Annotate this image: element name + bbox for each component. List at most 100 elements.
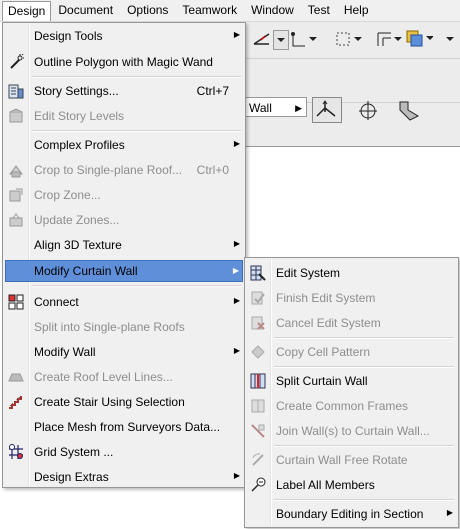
menubar: Design Document Options Teamwork Window …: [0, 0, 460, 22]
layers-icon[interactable]: [405, 28, 433, 48]
snap-icon[interactable]: [291, 30, 317, 48]
submenu-arrow-icon: ▶: [233, 239, 240, 248]
menu-item-label: Crop to Single-plane Roof...: [34, 163, 183, 177]
submenu-arrow-icon: ▶: [233, 346, 240, 355]
grid-snap-icon[interactable]: [335, 30, 363, 48]
submenu-item-label-members[interactable]: Label All Members: [247, 474, 456, 496]
submenu-arrow-icon: ▶: [233, 471, 240, 480]
submenu-item-cancel-edit[interactable]: Cancel Edit System: [247, 312, 456, 334]
roof-level-icon: [8, 369, 24, 385]
menu-item-label: Create Stair Using Selection: [34, 395, 185, 409]
menu-item-label: Place Mesh from Surveyors Data...: [34, 420, 221, 434]
menu-item-connect[interactable]: Connect ▶: [5, 291, 243, 313]
submenu-arrow-icon: ▶: [233, 296, 240, 305]
menu-item-label: Copy Cell Pattern: [276, 345, 371, 359]
menu-item-label: Create Roof Level Lines...: [34, 370, 173, 384]
menu-item-crop-zone[interactable]: Crop Zone...: [5, 184, 243, 206]
menu-item-label: Crop Zone...: [34, 188, 101, 202]
menu-item-label: Grid System ...: [34, 445, 114, 459]
menu-item-design-extras[interactable]: Design Extras ▶: [5, 466, 243, 488]
menu-item-complex-profiles[interactable]: Complex Profiles ▶: [5, 134, 243, 156]
toolbar: [245, 22, 460, 146]
submenu-item-copy-cell[interactable]: Copy Cell Pattern: [247, 341, 456, 363]
menu-item-crop-roof[interactable]: Crop to Single-plane Roof... Ctrl+0: [5, 159, 243, 181]
stair-icon: [8, 394, 24, 410]
menu-item-design-tools[interactable]: Design Tools ▶: [5, 25, 243, 47]
submenu-item-boundary-editing[interactable]: Boundary Editing in Section ▶: [247, 503, 456, 525]
menu-item-create-stair[interactable]: Create Stair Using Selection: [5, 391, 243, 413]
menu-item-label: Finish Edit System: [276, 291, 376, 305]
wall-shape-icon[interactable]: [396, 98, 422, 122]
split-wall-icon: [250, 373, 266, 389]
copy-cell-icon: [250, 344, 266, 360]
wall-selector-label: Wall: [249, 101, 272, 115]
submenu-item-finish-edit[interactable]: Finish Edit System: [247, 287, 456, 309]
submenu-item-common-frames[interactable]: Create Common Frames: [247, 395, 456, 417]
menu-teamwork[interactable]: Teamwork: [175, 1, 244, 20]
menu-separator: [32, 130, 241, 132]
menu-separator: [274, 445, 454, 447]
menu-item-outline-polygon[interactable]: Outline Polygon with Magic Wand: [5, 51, 243, 73]
submenu-item-edit-system[interactable]: Edit System: [247, 262, 456, 284]
menu-separator: [32, 285, 241, 287]
wall-selector[interactable]: Wall ▶: [245, 97, 307, 117]
menu-window[interactable]: Window: [244, 1, 301, 20]
menu-item-label: Label All Members: [276, 478, 375, 492]
corner-icon[interactable]: [375, 30, 403, 48]
menu-item-label: Split Curtain Wall: [276, 374, 368, 388]
more-arrow-icon[interactable]: [445, 32, 457, 46]
story-levels-icon: [8, 108, 24, 124]
menu-options[interactable]: Options: [120, 1, 175, 20]
finish-edit-icon: [250, 290, 266, 306]
canvas-edge: [245, 146, 460, 147]
label-members-icon: [250, 477, 266, 493]
triangle-right-icon: ▶: [295, 103, 302, 113]
menu-separator: [274, 366, 454, 368]
curtain-wall-submenu: Edit System Finish Edit System Cancel Ed…: [244, 257, 459, 528]
free-rotate-icon: [250, 452, 266, 468]
menu-item-label: Outline Polygon with Magic Wand: [34, 55, 213, 69]
menu-design[interactable]: Design: [2, 0, 52, 21]
submenu-item-free-rotate[interactable]: Curtain Wall Free Rotate: [247, 449, 456, 471]
menu-item-label: Edit Story Levels: [34, 109, 125, 123]
menu-item-label: Create Common Frames: [276, 399, 409, 413]
menu-item-label: Complex Profiles: [34, 138, 125, 152]
menu-item-shortcut: Ctrl+7: [196, 84, 229, 98]
menu-item-roof-level-lines[interactable]: Create Roof Level Lines...: [5, 366, 243, 388]
menu-item-edit-story-levels[interactable]: Edit Story Levels: [5, 105, 243, 127]
dropdown-arrow-icon[interactable]: [273, 30, 289, 50]
rotate-element-icon[interactable]: [356, 98, 382, 122]
submenu-arrow-icon: ▶: [233, 139, 240, 148]
menu-item-label: Design Tools: [34, 29, 103, 43]
menu-item-label: Modify Curtain Wall: [34, 264, 138, 278]
submenu-item-split-curtain-wall[interactable]: Split Curtain Wall: [247, 370, 456, 392]
edit-system-icon: [250, 265, 266, 281]
menu-item-label: Join Wall(s) to Curtain Wall...: [276, 424, 430, 438]
menu-item-story-settings[interactable]: Story Settings... Ctrl+7: [5, 80, 243, 102]
submenu-item-join-walls[interactable]: Join Wall(s) to Curtain Wall...: [247, 420, 456, 442]
menu-help[interactable]: Help: [337, 1, 376, 20]
connect-icon: [8, 294, 24, 310]
cancel-edit-icon: [250, 315, 266, 331]
menu-document[interactable]: Document: [51, 1, 120, 20]
menu-item-label: Connect: [34, 295, 79, 309]
join-wall-icon: [250, 423, 266, 439]
menu-item-shortcut: Ctrl+0: [196, 163, 229, 177]
common-frames-icon: [250, 398, 266, 414]
update-zones-icon: [8, 212, 24, 228]
menu-item-modify-wall[interactable]: Modify Wall ▶: [5, 341, 243, 363]
menu-item-split-roofs[interactable]: Split into Single-plane Roofs: [5, 316, 243, 338]
menu-item-grid-system[interactable]: Grid System ...: [5, 441, 243, 463]
menu-item-modify-curtain-wall[interactable]: Modify Curtain Wall ▶: [5, 260, 243, 282]
crop-roof-icon: [8, 162, 24, 178]
menu-item-label: Design Extras: [34, 470, 109, 484]
menu-separator: [32, 76, 241, 78]
menu-item-place-mesh[interactable]: Place Mesh from Surveyors Data...: [5, 416, 243, 438]
menu-item-update-zones[interactable]: Update Zones...: [5, 209, 243, 231]
menu-item-label: Boundary Editing in Section: [276, 507, 424, 521]
menu-item-align-texture[interactable]: Align 3D Texture ▶: [5, 234, 243, 256]
angle-icon[interactable]: [251, 30, 273, 48]
story-settings-icon: [8, 83, 24, 99]
menu-test[interactable]: Test: [301, 1, 337, 20]
geometry-method-button[interactable]: [312, 97, 342, 123]
